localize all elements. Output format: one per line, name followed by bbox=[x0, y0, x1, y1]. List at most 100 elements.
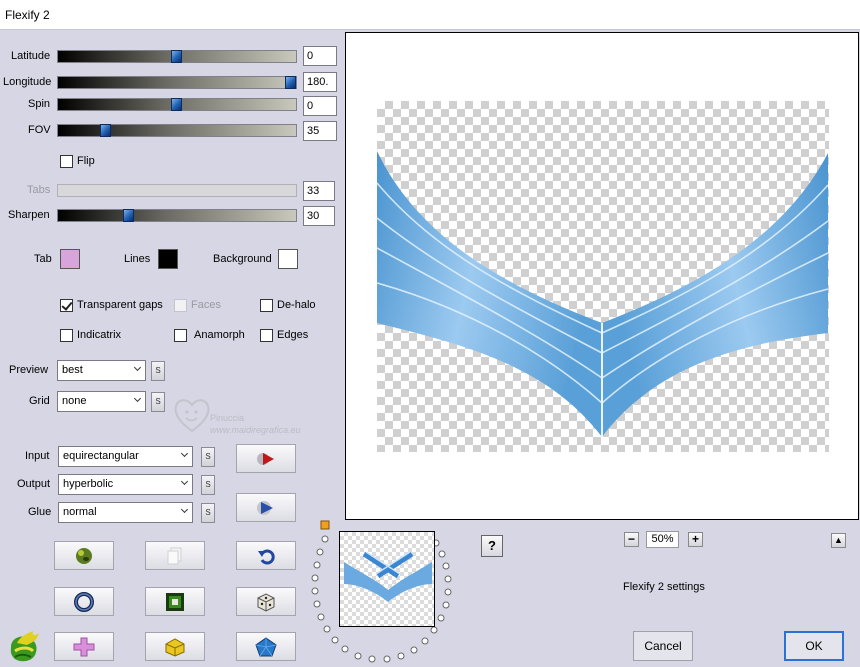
transparent-gaps-label: Transparent gaps bbox=[77, 299, 163, 311]
glue-label: Glue bbox=[28, 506, 52, 518]
preview-select-value: best bbox=[62, 364, 83, 376]
status-text: Flexify 2 settings bbox=[623, 581, 705, 593]
background-color-swatch[interactable] bbox=[278, 249, 298, 269]
longitude-input[interactable]: 180. bbox=[303, 72, 337, 92]
faces-label: Faces bbox=[191, 299, 221, 311]
spin-input[interactable]: 0 bbox=[303, 96, 337, 116]
glue-select-value: normal bbox=[63, 506, 97, 518]
help-button[interactable]: ? bbox=[481, 535, 503, 557]
flexify-logo-icon bbox=[10, 631, 39, 662]
anamorph-checkbox[interactable] bbox=[174, 329, 187, 342]
latitude-slider[interactable] bbox=[57, 50, 297, 63]
cube-icon bbox=[165, 637, 185, 657]
tabs-slider bbox=[57, 184, 297, 197]
globe-button[interactable] bbox=[54, 541, 114, 570]
frame-icon bbox=[166, 592, 184, 611]
chevron-down-icon bbox=[180, 449, 189, 458]
spin-label: Spin bbox=[28, 98, 51, 110]
chevron-down-icon bbox=[133, 394, 142, 403]
glue-select[interactable]: normal bbox=[58, 502, 193, 523]
grid-select-value: none bbox=[62, 395, 87, 407]
input-select-value: equirectangular bbox=[63, 450, 139, 462]
zoom-value: 50% bbox=[646, 531, 679, 548]
lines-color-swatch[interactable] bbox=[158, 249, 178, 269]
output-label: Output bbox=[17, 478, 51, 490]
indicatrix-label: Indicatrix bbox=[77, 329, 122, 341]
latitude-label: Latitude bbox=[11, 50, 51, 62]
edges-checkbox[interactable] bbox=[260, 329, 273, 342]
fov-input[interactable]: 35 bbox=[303, 121, 337, 141]
play-forward-button[interactable] bbox=[236, 444, 296, 473]
preview-select[interactable]: best bbox=[57, 360, 146, 381]
play-blue-button[interactable] bbox=[236, 493, 296, 522]
window-title: Flexify 2 bbox=[5, 8, 50, 22]
glue-s-button[interactable]: S bbox=[201, 503, 215, 523]
latitude-input[interactable]: 0 bbox=[303, 46, 337, 66]
preview-label: Preview bbox=[9, 364, 49, 376]
longitude-slider-thumb[interactable] bbox=[285, 76, 297, 89]
zoom-out-button[interactable]: − bbox=[624, 532, 639, 547]
preview-s-button[interactable]: S bbox=[151, 361, 165, 381]
tabs-input[interactable]: 33 bbox=[303, 181, 335, 201]
output-select-value: hyperbolic bbox=[63, 478, 114, 490]
tab-color-swatch[interactable] bbox=[60, 249, 80, 269]
longitude-label: Longitude bbox=[3, 76, 52, 88]
dice-icon bbox=[257, 592, 275, 612]
anamorph-label: Anamorph bbox=[194, 329, 245, 341]
title-bar: Flexify 2 bbox=[0, 0, 860, 30]
frame-button[interactable] bbox=[145, 587, 205, 616]
longitude-slider[interactable] bbox=[57, 76, 297, 89]
yellow-cube-button[interactable] bbox=[145, 632, 205, 661]
undo-icon bbox=[258, 549, 275, 564]
tab-color-label: Tab bbox=[34, 253, 52, 265]
cancel-button[interactable]: Cancel bbox=[633, 631, 693, 661]
watermark: Pinuccia www.maidiregrafica.eu bbox=[172, 395, 301, 438]
sharpen-input[interactable]: 30 bbox=[303, 206, 335, 226]
pentagon-icon bbox=[255, 636, 277, 656]
input-label: Input bbox=[25, 450, 50, 462]
grid-select[interactable]: none bbox=[57, 391, 146, 412]
flip-checkbox[interactable] bbox=[60, 155, 73, 168]
ring-icon bbox=[74, 591, 94, 612]
indicatrix-checkbox[interactable] bbox=[60, 329, 73, 342]
fov-slider[interactable] bbox=[57, 124, 297, 137]
output-s-button[interactable]: S bbox=[201, 475, 215, 495]
thumbnail-image bbox=[344, 551, 432, 602]
zoom-in-button[interactable]: + bbox=[688, 532, 703, 547]
fov-label: FOV bbox=[28, 124, 51, 136]
edges-label: Edges bbox=[277, 329, 309, 341]
output-select[interactable]: hyperbolic bbox=[58, 474, 193, 495]
chevron-down-icon bbox=[133, 363, 142, 372]
pentagon-button[interactable] bbox=[236, 632, 296, 661]
background-color-label: Background bbox=[213, 253, 272, 265]
sharpen-label: Sharpen bbox=[8, 209, 50, 221]
copy-button[interactable] bbox=[145, 541, 205, 570]
spin-slider-thumb[interactable] bbox=[171, 98, 182, 111]
input-s-button[interactable]: S bbox=[201, 447, 215, 467]
grid-s-button[interactable]: S bbox=[151, 392, 165, 412]
spin-slider[interactable] bbox=[57, 98, 297, 111]
de-halo-checkbox[interactable] bbox=[260, 299, 273, 312]
input-select[interactable]: equirectangular bbox=[58, 446, 193, 467]
thumbnail-navigator[interactable] bbox=[339, 531, 435, 627]
preview-canvas[interactable] bbox=[345, 32, 859, 520]
cross-icon bbox=[73, 637, 95, 656]
undo-button[interactable] bbox=[236, 541, 296, 570]
preview-image bbox=[376, 151, 829, 437]
latitude-slider-thumb[interactable] bbox=[171, 50, 182, 63]
play-arrow-icon bbox=[257, 452, 274, 465]
chevron-down-icon bbox=[180, 477, 189, 486]
ok-button[interactable]: OK bbox=[784, 631, 844, 661]
tabs-label: Tabs bbox=[27, 184, 51, 196]
lines-color-label: Lines bbox=[124, 253, 151, 265]
collapse-button[interactable]: ▲ bbox=[831, 533, 846, 548]
random-dice-button[interactable] bbox=[236, 587, 296, 616]
transparent-gaps-checkbox[interactable] bbox=[60, 299, 73, 312]
heart-logo-icon bbox=[174, 399, 210, 433]
ring-button[interactable] bbox=[54, 587, 114, 616]
pink-cross-button[interactable] bbox=[54, 632, 114, 661]
sharpen-slider[interactable] bbox=[57, 209, 297, 222]
sharpen-slider-thumb[interactable] bbox=[123, 209, 135, 222]
de-halo-label: De-halo bbox=[277, 299, 316, 311]
fov-slider-thumb[interactable] bbox=[99, 124, 111, 137]
